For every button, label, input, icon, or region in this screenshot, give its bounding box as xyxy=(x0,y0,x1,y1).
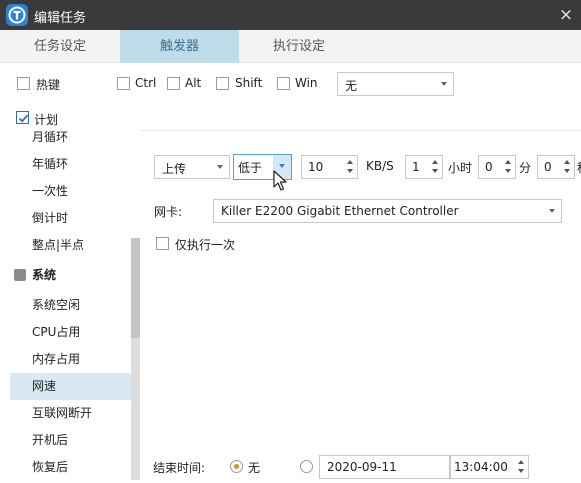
collapse-icon[interactable] xyxy=(14,269,26,281)
end-time-value: 13:04:00 xyxy=(454,460,508,474)
close-button[interactable]: × xyxy=(556,5,576,25)
sidebar-item-monthly[interactable]: 月循环 xyxy=(10,124,132,151)
sidebar-scrollbar[interactable] xyxy=(131,238,140,480)
sidebar-item-countdown[interactable]: 倒计时 xyxy=(10,205,132,232)
seconds-value: 0 xyxy=(544,160,552,174)
decrement-icon[interactable] xyxy=(563,167,572,176)
decrement-icon[interactable] xyxy=(504,167,513,176)
title-bar: 编辑任务 × xyxy=(0,0,581,30)
sidebar-item-after-resume[interactable]: 恢复后 xyxy=(10,454,132,481)
tab-task-settings[interactable]: 任务设定 xyxy=(0,30,120,63)
hours-value: 1 xyxy=(412,160,420,174)
hotkey-key-select[interactable]: 无 xyxy=(337,72,454,96)
hotkey-row: 热键 Ctrl Alt Shift Win 无 xyxy=(0,63,581,103)
run-once-label: 仅执行一次 xyxy=(175,238,236,252)
increment-icon[interactable] xyxy=(504,158,513,167)
chevron-down-icon xyxy=(549,209,555,213)
sidebar-item-cpu[interactable]: CPU占用 xyxy=(10,319,132,346)
app-logo-icon xyxy=(6,4,28,26)
trigger-sidebar: 计划 月循环 年循环 一次性 倒计时 整点|半点 系统 系统空闲 CPU占用 内… xyxy=(0,105,140,483)
adapter-value: Killer E2200 Gigabit Ethernet Controller xyxy=(221,204,459,218)
shift-label: Shift xyxy=(235,76,263,90)
chevron-down-icon xyxy=(217,165,223,169)
sidebar-item-network-speed[interactable]: 网速 xyxy=(10,373,132,400)
seconds-unit-label: 秒 xyxy=(577,159,581,176)
end-time-stepper[interactable]: 13:04:00 xyxy=(450,455,529,479)
minutes-unit-label: 分 xyxy=(519,161,532,175)
end-time-date-radio[interactable] xyxy=(300,460,313,473)
speed-stepper[interactable]: 10 xyxy=(301,155,358,179)
sidebar-item-yearly[interactable]: 年循环 xyxy=(10,151,132,178)
tab-bar: 任务设定 触发器 执行设定 xyxy=(0,30,581,63)
direction-select[interactable]: 上传 xyxy=(154,155,230,179)
end-date-field[interactable]: 2020-09-11 xyxy=(319,455,450,479)
increment-icon[interactable] xyxy=(431,158,440,167)
tab-triggers[interactable]: 触发器 xyxy=(120,30,239,63)
adapter-select[interactable]: Killer E2200 Gigabit Ethernet Controller xyxy=(213,199,562,223)
scrollbar-thumb[interactable] xyxy=(131,238,140,338)
decrement-icon[interactable] xyxy=(431,167,440,176)
sidebar-item-internet-disconnect[interactable]: 互联网断开 xyxy=(10,400,132,427)
increment-icon[interactable] xyxy=(563,158,572,167)
win-label: Win xyxy=(295,76,318,90)
window-title: 编辑任务 xyxy=(34,11,87,26)
run-once-checkbox[interactable] xyxy=(156,237,169,250)
chevron-down-icon xyxy=(441,82,447,86)
alt-checkbox[interactable] xyxy=(167,77,180,90)
increment-icon[interactable] xyxy=(517,458,526,467)
panel-divider xyxy=(140,130,581,131)
sidebar-item-system-idle[interactable]: 系统空闲 xyxy=(10,292,132,319)
sidebar-item-hourly[interactable]: 整点|半点 xyxy=(10,232,132,259)
seconds-stepper[interactable]: 0 xyxy=(537,155,575,179)
alt-label: Alt xyxy=(185,76,202,90)
ctrl-checkbox[interactable] xyxy=(117,77,130,90)
sidebar-item-once[interactable]: 一次性 xyxy=(10,178,132,205)
decrement-icon[interactable] xyxy=(346,167,355,176)
minutes-stepper[interactable]: 0 xyxy=(478,155,516,179)
adapter-label: 网卡: xyxy=(154,205,183,219)
speed-value: 10 xyxy=(308,160,324,174)
decrement-icon[interactable] xyxy=(517,467,526,476)
mouse-cursor-icon xyxy=(273,170,287,191)
sidebar-item-memory[interactable]: 内存占用 xyxy=(10,346,132,373)
hotkey-checkbox[interactable] xyxy=(17,77,30,90)
comparison-value: 低于 xyxy=(238,161,263,175)
system-group-header[interactable]: 系统 xyxy=(10,263,56,287)
system-group-label: 系统 xyxy=(32,268,57,282)
hours-stepper[interactable]: 1 xyxy=(405,155,443,179)
end-time-none-radio[interactable] xyxy=(230,460,243,473)
sidebar-item-after-boot[interactable]: 开机后 xyxy=(10,427,132,454)
win-checkbox[interactable] xyxy=(277,77,290,90)
hotkey-label: 热键 xyxy=(36,78,61,92)
minutes-value: 0 xyxy=(485,160,493,174)
tab-execution-settings[interactable]: 执行设定 xyxy=(239,30,359,63)
plan-checkbox[interactable] xyxy=(16,111,29,124)
increment-icon[interactable] xyxy=(346,158,355,167)
ctrl-label: Ctrl xyxy=(135,76,157,90)
end-time-label: 结束时间: xyxy=(153,461,206,475)
hotkey-key-value: 无 xyxy=(345,79,358,93)
shift-checkbox[interactable] xyxy=(216,77,229,90)
chevron-down-icon xyxy=(279,164,285,168)
end-date-value: 2020-09-11 xyxy=(327,460,397,474)
direction-value: 上传 xyxy=(162,162,187,176)
speed-unit-label: KB/S xyxy=(366,159,394,173)
hours-unit-label: 小时 xyxy=(448,161,473,175)
end-time-none-label: 无 xyxy=(248,461,261,475)
